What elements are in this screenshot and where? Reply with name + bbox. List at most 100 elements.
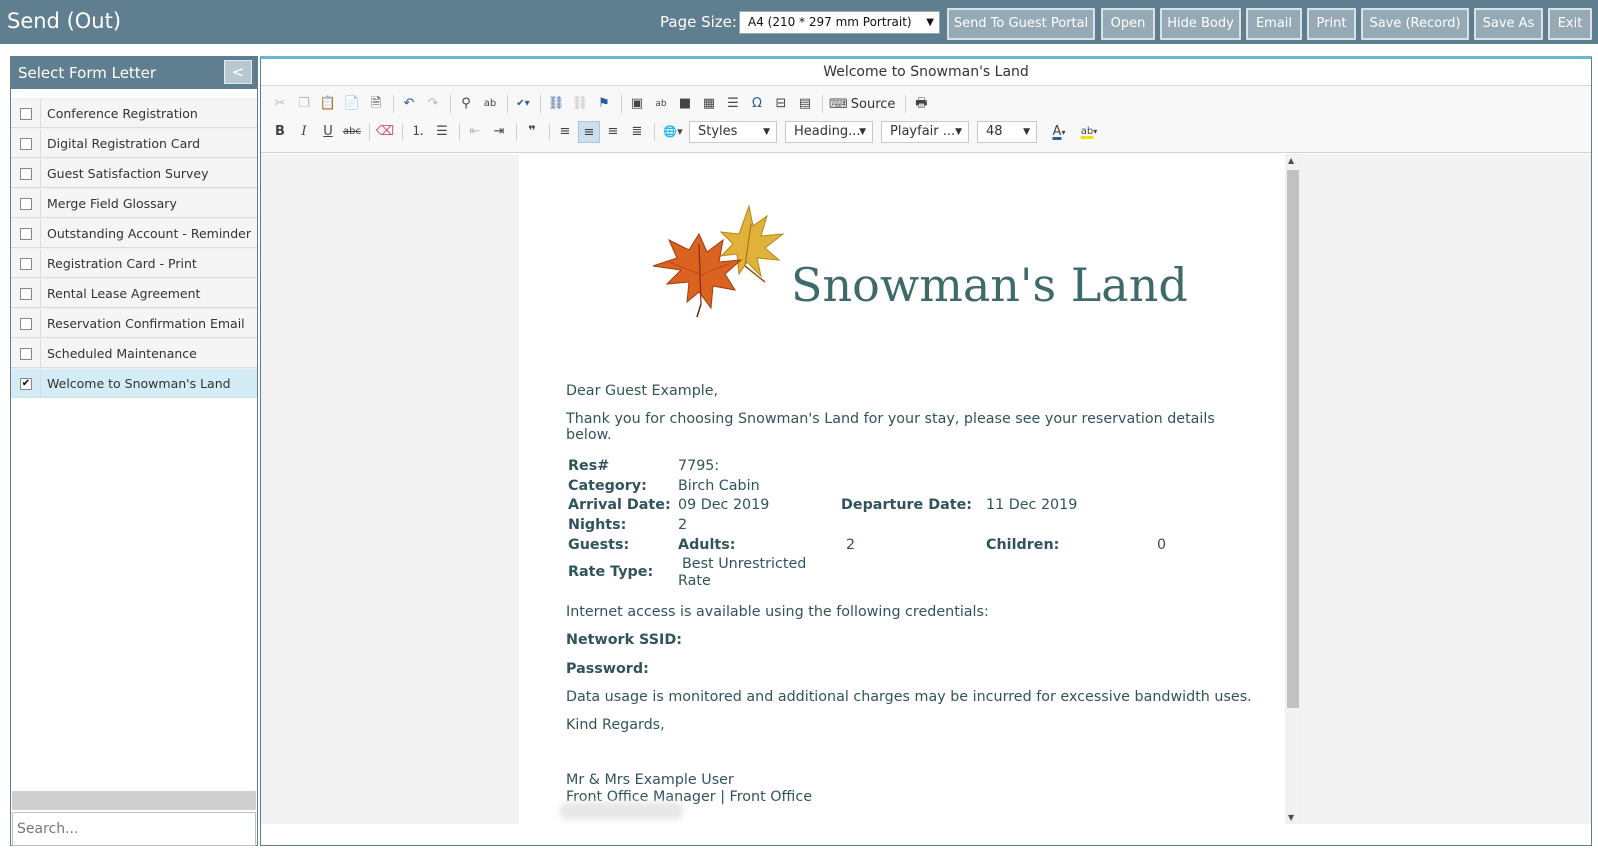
scroll-down-arrow-icon[interactable]: ▼ xyxy=(1288,813,1294,822)
replace-icon[interactable]: ab xyxy=(479,93,501,115)
adults-value: 2 xyxy=(846,537,856,553)
bold-icon[interactable]: B xyxy=(269,121,291,143)
redo-icon[interactable]: ↷ xyxy=(422,93,444,115)
language-icon[interactable]: 🌐▾ xyxy=(659,121,687,143)
checkbox[interactable] xyxy=(20,318,32,330)
link-icon[interactable]: ⛓ xyxy=(545,93,567,115)
paste-text-icon[interactable]: 📄 xyxy=(341,93,363,115)
dropdown-arrow-icon: ▼ xyxy=(955,127,962,137)
internet-intro: Internet access is available using the f… xyxy=(566,604,989,620)
collapse-panel-button[interactable]: < xyxy=(224,60,252,84)
cut-icon[interactable]: ✂ xyxy=(269,93,291,115)
checkbox[interactable] xyxy=(20,228,32,240)
print-preview-icon[interactable]: 🖶 xyxy=(910,93,932,115)
exit-button[interactable]: Exit xyxy=(1548,8,1592,40)
form-letter-item[interactable]: Scheduled Maintenance xyxy=(11,338,257,368)
styles-dropdown[interactable]: Styles ▼ xyxy=(689,121,777,143)
form-letter-item[interactable]: Outstanding Account - Reminder xyxy=(11,218,257,248)
form-letter-item[interactable]: Merge Field Glossary xyxy=(11,188,257,218)
form-letter-item[interactable]: Registration Card - Print xyxy=(11,248,257,278)
email-button[interactable]: Email xyxy=(1246,8,1302,40)
save-as-button[interactable]: Save As xyxy=(1474,8,1543,40)
send-to-guest-portal-button[interactable]: Send To Guest Portal xyxy=(947,8,1095,40)
departure-label: Departure Date: xyxy=(841,497,972,513)
copy-icon[interactable]: ❐ xyxy=(293,93,315,115)
checkbox-checked[interactable]: ✔ xyxy=(20,378,32,390)
font-dropdown[interactable]: Playfair ... ▼ xyxy=(881,121,969,143)
form-letter-item[interactable]: Digital Registration Card xyxy=(11,128,257,158)
autumn-leaves-logo-icon xyxy=(652,204,785,318)
spellcheck-icon[interactable]: ✔▾ xyxy=(512,93,534,115)
form-letter-label: Reservation Confirmation Email xyxy=(47,316,245,331)
underline-icon[interactable]: U xyxy=(317,121,339,143)
search-input[interactable] xyxy=(12,812,256,846)
document-area[interactable]: Snowman's Land Dear Guest Example, Thank… xyxy=(261,154,1591,824)
special-char-omega-icon[interactable]: Ω xyxy=(746,93,768,115)
align-left-icon[interactable]: ≡ xyxy=(554,121,576,143)
align-justify-icon[interactable]: ≣ xyxy=(626,121,648,143)
italic-icon[interactable]: I xyxy=(293,121,315,143)
form-letter-label: Rental Lease Agreement xyxy=(47,286,201,301)
print-button[interactable]: Print xyxy=(1307,8,1356,40)
sender-name: Mr & Mrs Example User xyxy=(566,772,734,788)
form-letter-item[interactable]: Guest Satisfaction Survey xyxy=(11,158,257,188)
paste-word-icon[interactable]: 🗎 xyxy=(365,93,387,115)
scrollbar-thumb[interactable] xyxy=(1287,170,1299,708)
checkbox[interactable] xyxy=(20,348,32,360)
indent-icon[interactable]: ⇥ xyxy=(488,121,510,143)
rate-type-label: Rate Type: xyxy=(568,564,654,580)
strikethrough-icon[interactable]: abc xyxy=(341,121,363,143)
text-color-icon[interactable]: A▾ xyxy=(1045,121,1073,143)
form-letter-item[interactable]: Rental Lease Agreement xyxy=(11,278,257,308)
bulleted-list-icon[interactable]: ☰ xyxy=(431,121,453,143)
font-size-dropdown[interactable]: 48 ▼ xyxy=(977,121,1037,143)
password-label: Password: xyxy=(566,661,649,677)
checkbox[interactable] xyxy=(20,138,32,150)
form-letter-panel: Select Form Letter < Conference Registra… xyxy=(10,56,258,846)
remove-format-eraser-icon[interactable]: ⌫ xyxy=(374,121,396,143)
outdent-icon[interactable]: ⇤ xyxy=(464,121,486,143)
checkbox[interactable] xyxy=(20,198,32,210)
form-letter-item[interactable]: Conference Registration xyxy=(11,98,257,128)
background-color-icon[interactable]: ab▾ xyxy=(1075,121,1103,143)
source-button[interactable]: ⌨ Source xyxy=(829,97,895,112)
document-vertical-scrollbar[interactable]: ▲ ▼ xyxy=(1285,154,1301,824)
find-icon[interactable]: ⚲ xyxy=(455,93,477,115)
format-dropdown[interactable]: Heading... ▼ xyxy=(785,121,873,143)
page-break-icon[interactable]: ⊟ xyxy=(770,93,792,115)
children-value: 0 xyxy=(1157,537,1167,553)
letter-editor: Welcome to Snowman's Land ✂ ❐ 📋 📄 🗎 ↶ ↷ … xyxy=(260,56,1592,846)
image-icon[interactable]: ▣ xyxy=(626,93,648,115)
page-size-select[interactable]: A4 (210 * 297 mm Portrait) ▼ xyxy=(739,11,940,34)
checkbox[interactable] xyxy=(20,108,32,120)
unlink-icon[interactable]: ⛓ xyxy=(569,93,591,115)
scroll-up-arrow-icon[interactable]: ▲ xyxy=(1288,156,1294,165)
chevron-left-icon: < xyxy=(231,63,245,81)
save-record-button[interactable]: Save (Record) xyxy=(1361,8,1469,40)
table-icon[interactable]: ▦ xyxy=(698,93,720,115)
checkbox[interactable] xyxy=(20,258,32,270)
align-center-icon[interactable]: ≡ xyxy=(578,121,600,143)
checkbox[interactable] xyxy=(20,168,32,180)
horizontal-line-icon[interactable]: ☰ xyxy=(722,93,744,115)
align-right-icon[interactable]: ≡ xyxy=(602,121,624,143)
paste-icon[interactable]: 📋 xyxy=(317,93,339,115)
insert-field-icon[interactable]: ab xyxy=(650,93,672,115)
image-button-icon[interactable]: ■ xyxy=(674,93,696,115)
intro-line-1: Thank you for choosing Snowman's Land fo… xyxy=(566,411,1215,427)
open-button[interactable]: Open xyxy=(1101,8,1155,40)
iframe-icon[interactable]: ▤ xyxy=(794,93,816,115)
checkbox[interactable] xyxy=(20,288,32,300)
horizontal-scrollbar[interactable] xyxy=(12,791,256,810)
hide-body-button[interactable]: Hide Body xyxy=(1160,8,1241,40)
dropdown-arrow-icon: ▼ xyxy=(859,127,866,137)
blockquote-icon[interactable]: ❞ xyxy=(521,121,543,143)
dropdown-arrow-icon: ▼ xyxy=(1023,127,1030,137)
form-letter-item-selected[interactable]: ✔ Welcome to Snowman's Land xyxy=(11,368,257,398)
undo-icon[interactable]: ↶ xyxy=(398,93,420,115)
form-letter-item[interactable]: Reservation Confirmation Email xyxy=(11,308,257,338)
anchor-flag-icon[interactable]: ⚑ xyxy=(593,93,615,115)
letter-page[interactable]: Snowman's Land Dear Guest Example, Thank… xyxy=(519,154,1285,824)
numbered-list-icon[interactable]: ⒈ xyxy=(407,121,429,143)
form-letter-label: Registration Card - Print xyxy=(47,256,197,271)
